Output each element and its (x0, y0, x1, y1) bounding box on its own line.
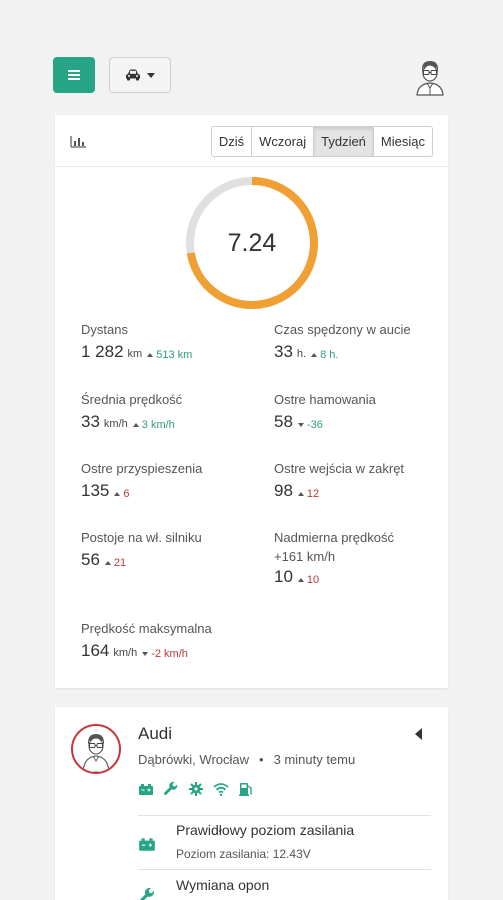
stat-value: 33 (81, 412, 100, 431)
alert-title: Wymiana opon (176, 877, 270, 893)
battery-icon (139, 838, 155, 851)
score-value: 7.24 (227, 228, 277, 257)
stat-speeding: Nadmierna prędkość +161 km/h 10 10 (274, 530, 444, 587)
stat-unit: km (127, 348, 143, 360)
alert-detail: Poziom zasilania: 12.43V (176, 847, 311, 861)
arrow-up-icon (297, 492, 304, 496)
stat-value: 33 (274, 342, 293, 361)
stat-delta: -36 (297, 419, 323, 431)
stat-label: Ostre wejścia w zakręt (274, 461, 405, 476)
vehicle-select-button[interactable] (109, 57, 171, 93)
user-avatar-icon[interactable] (413, 58, 447, 96)
vehicle-driver-avatar (71, 724, 121, 774)
stat-value: 10 (274, 567, 293, 586)
vehicle-last-seen: 3 minuty temu (273, 752, 356, 767)
stats-card-header: Dziś Wczoraj Tydzień Miesiąc (55, 115, 448, 167)
period-today-button[interactable]: Dziś (210, 126, 253, 157)
menu-button[interactable] (53, 57, 95, 93)
period-yesterday-button[interactable]: Wczoraj (251, 126, 315, 157)
stat-time-in-car: Czas spędzony w aucie 33 h. 8 h. (274, 322, 444, 362)
period-week-button[interactable]: Tydzień (313, 126, 374, 157)
wrench-icon (139, 887, 154, 900)
stat-label: Prędkość maksymalna (81, 621, 212, 636)
chevron-down-icon (147, 72, 155, 78)
stat-idling: Postoje na wł. silniku 56 21 (81, 530, 251, 570)
stat-value: 98 (274, 481, 293, 500)
arrow-up-icon (114, 492, 121, 496)
stat-value: 56 (81, 550, 100, 569)
bar-chart-icon (70, 136, 86, 148)
gear-warning-icon (189, 782, 203, 796)
vehicle-name: Audi (138, 724, 173, 743)
stat-avg-speed: Średnia prędkość 33 km/h 3 km/h (81, 392, 251, 432)
stat-delta: 3 km/h (132, 419, 175, 431)
stat-delta: 10 (297, 574, 319, 586)
stat-value: 58 (274, 412, 293, 431)
arrow-down-icon (142, 652, 149, 656)
driver-avatar-icon (82, 734, 110, 772)
stat-harsh-braking: Ostre hamowania 58 -36 (274, 392, 444, 432)
arrow-down-icon (297, 423, 304, 427)
arrow-up-icon (297, 578, 304, 582)
stat-unit: km/h (113, 647, 138, 659)
stat-distance: Dystans 1 282 km 513 km (81, 322, 251, 362)
arrow-up-icon (311, 353, 318, 357)
stat-label: Czas spędzony w aucie (274, 322, 411, 337)
stat-value: 1 282 (81, 342, 124, 361)
wifi-icon (213, 783, 229, 796)
stat-label: Postoje na wł. silniku (81, 530, 202, 545)
stat-delta: 6 (114, 488, 130, 500)
vehicle-alert-row[interactable]: Prawidłowy poziom zasilania Poziom zasil… (138, 815, 431, 869)
stat-delta: 21 (104, 557, 126, 569)
stat-harsh-accel: Ostre przyspieszenia 135 6 (81, 461, 251, 501)
stat-label: Średnia prędkość (81, 392, 183, 407)
stat-max-speed: Prędkość maksymalna 164 km/h -2 km/h (81, 621, 251, 661)
top-bar (0, 0, 503, 110)
alert-title: Prawidłowy poziom zasilania (176, 822, 355, 838)
caret-left-icon[interactable] (415, 728, 422, 740)
car-icon (126, 69, 140, 81)
stats-card: Dziś Wczoraj Tydzień Miesiąc 7.24 Dystan… (55, 115, 448, 688)
vehicle-status-icons (138, 781, 254, 797)
wrench-icon (164, 781, 178, 795)
stat-delta: 12 (297, 488, 319, 500)
stat-sublabel: +161 km/h (274, 549, 336, 564)
vehicle-alert-row[interactable]: Wymiana opon (138, 869, 431, 900)
stat-unit: h. (296, 348, 307, 360)
meta-separator: • (259, 752, 264, 767)
stat-delta: 513 km (147, 349, 192, 361)
vehicle-card[interactable]: Audi Dąbrówki, Wrocław • 3 minuty temu P… (55, 707, 448, 900)
stat-unit: km/h (103, 418, 128, 430)
stat-delta: 8 h. (311, 349, 338, 361)
stat-label: Dystans (81, 322, 128, 337)
arrow-up-icon (132, 423, 139, 427)
period-selector: Dziś Wczoraj Tydzień Miesiąc (210, 126, 433, 157)
battery-icon (139, 784, 153, 795)
vehicle-meta: Dąbrówki, Wrocław • 3 minuty temu (138, 752, 355, 767)
stat-value: 135 (81, 481, 110, 500)
stat-label: Nadmierna prędkość (274, 530, 394, 545)
stat-delta: -2 km/h (142, 648, 188, 660)
vehicle-location: Dąbrówki, Wrocław (138, 752, 250, 767)
hamburger-icon (68, 70, 80, 80)
period-month-button[interactable]: Miesiąc (372, 126, 433, 157)
stat-harsh-turns: Ostre wejścia w zakręt 98 12 (274, 461, 444, 501)
stat-value: 164 (81, 641, 110, 660)
stat-label: Ostre przyspieszenia (81, 461, 203, 476)
arrow-up-icon (104, 561, 111, 565)
stat-label: Ostre hamowania (274, 392, 376, 407)
fuel-icon (239, 783, 253, 796)
arrow-up-icon (147, 353, 154, 357)
